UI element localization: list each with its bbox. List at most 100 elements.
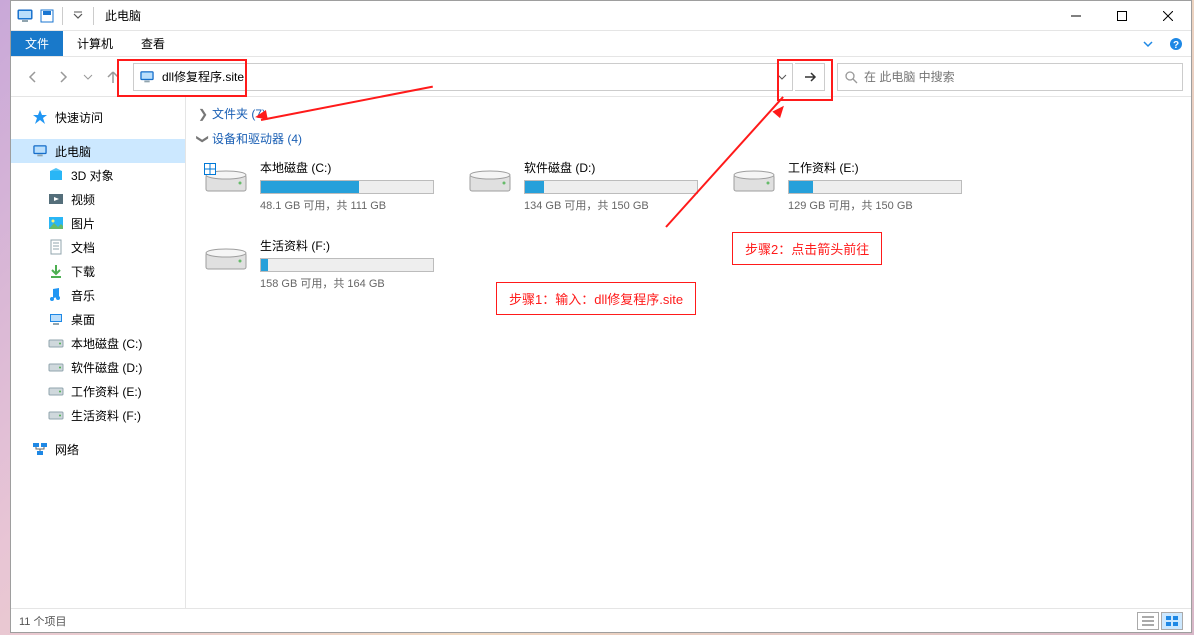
sidebar-item-icon [47,238,65,256]
minimize-button[interactable] [1053,1,1099,31]
tab-computer[interactable]: 计算机 [63,31,127,56]
monitor-icon [31,142,49,160]
sidebar-item-label: 图片 [71,215,95,232]
sidebar-item[interactable]: 生活资料 (F:) [11,403,185,427]
sidebar-network[interactable]: 网络 [11,437,185,461]
drive-name: 生活资料 (F:) [260,237,434,254]
drive-status: 134 GB 可用，共 150 GB [524,197,698,213]
svg-text:?: ? [1173,40,1179,51]
drive-name: 软件磁盘 (D:) [524,159,698,176]
content-area: ❯ 文件夹 (7) ❯ 设备和驱动器 (4) 本地磁盘 (C:) 48.1 GB … [186,97,1191,608]
chevron-down-icon: ❯ [196,134,210,144]
drive-usage-bar [260,258,434,272]
sidebar-item[interactable]: 工作资料 (E:) [11,379,185,403]
sidebar-item[interactable]: 本地磁盘 (C:) [11,331,185,355]
drive-icon [466,159,514,199]
sidebar-item-icon [47,334,65,352]
ribbon-expand-icon[interactable] [1137,33,1159,55]
sidebar-item-icon [47,214,65,232]
close-button[interactable] [1145,1,1191,31]
sidebar-item-label: 下载 [71,263,95,280]
search-icon [838,70,864,84]
sidebar-item-icon [47,406,65,424]
address-dropdown-icon[interactable] [770,64,792,90]
sidebar-item-label: 本地磁盘 (C:) [71,335,142,352]
navbar [11,57,1191,97]
forward-button[interactable] [49,63,77,91]
address-bar[interactable] [133,63,793,91]
sidebar: 快速访问 此电脑 3D 对象视频图片文档下载音乐桌面本地磁盘 (C:) 软件磁盘 … [11,97,186,608]
sidebar-item[interactable]: 音乐 [11,283,185,307]
tab-view[interactable]: 查看 [127,31,179,56]
drive-item[interactable]: 软件磁盘 (D:) 134 GB 可用，共 150 GB [462,155,702,217]
sidebar-quick-access[interactable]: 快速访问 [11,105,185,129]
sidebar-item[interactable]: 文档 [11,235,185,259]
drive-status: 48.1 GB 可用，共 111 GB [260,197,434,213]
sidebar-item-label: 文档 [71,239,95,256]
view-details-button[interactable] [1137,612,1159,630]
sidebar-item-icon [47,262,65,280]
drive-name: 工作资料 (E:) [788,159,962,176]
sidebar-item-label: 网络 [55,441,79,458]
sidebar-item-label: 软件磁盘 (D:) [71,359,142,376]
up-button[interactable] [99,63,127,91]
sidebar-item[interactable]: 视频 [11,187,185,211]
drive-item[interactable]: 工作资料 (E:) 129 GB 可用，共 150 GB [726,155,966,217]
statusbar: 11 个项目 [11,608,1191,632]
titlebar: 此电脑 [11,1,1191,31]
group-folders[interactable]: ❯ 文件夹 (7) [198,105,1179,122]
maximize-button[interactable] [1099,1,1145,31]
help-icon[interactable]: ? [1165,33,1187,55]
view-tiles-button[interactable] [1161,612,1183,630]
drive-icon [730,159,778,199]
go-button[interactable] [795,63,825,91]
sidebar-item-label: 3D 对象 [71,167,114,184]
drive-icon [202,159,250,199]
explorer-window: 此电脑 文件 计算机 查看 ? [10,0,1192,633]
sidebar-item-label: 桌面 [71,311,95,328]
drive-usage-bar [788,180,962,194]
sidebar-item-icon [47,286,65,304]
drive-item[interactable]: 本地磁盘 (C:) 48.1 GB 可用，共 111 GB [198,155,438,217]
sidebar-item[interactable]: 图片 [11,211,185,235]
sidebar-item[interactable]: 3D 对象 [11,163,185,187]
address-input[interactable] [158,70,770,84]
this-pc-icon [15,6,35,26]
sidebar-item-icon [47,358,65,376]
drive-status: 158 GB 可用，共 164 GB [260,275,434,291]
star-icon [31,108,49,126]
chevron-right-icon: ❯ [198,107,208,121]
sidebar-item[interactable]: 软件磁盘 (D:) [11,355,185,379]
drive-name: 本地磁盘 (C:) [260,159,434,176]
sidebar-item[interactable]: 桌面 [11,307,185,331]
drive-usage-bar [524,180,698,194]
search-input[interactable] [864,70,1182,84]
qat-dropdown-icon[interactable] [68,6,88,26]
search-box[interactable] [837,63,1183,91]
drive-icon [202,237,250,277]
recent-dropdown-icon[interactable] [79,63,97,91]
group-label: 文件夹 (7) [212,105,266,122]
network-icon [31,440,49,458]
back-button[interactable] [19,63,47,91]
sidebar-item[interactable]: 下载 [11,259,185,283]
group-label: 设备和驱动器 (4) [212,130,302,147]
address-monitor-icon [136,66,158,88]
sidebar-item-label: 此电脑 [55,143,91,160]
ribbon: 文件 计算机 查看 ? [11,31,1191,57]
sidebar-item-label: 工作资料 (E:) [71,383,142,400]
drive-item[interactable]: 生活资料 (F:) 158 GB 可用，共 164 GB [198,233,438,295]
sidebar-item-label: 生活资料 (F:) [71,407,141,424]
group-drives[interactable]: ❯ 设备和驱动器 (4) [198,130,1179,147]
sidebar-this-pc[interactable]: 此电脑 [11,139,185,163]
sidebar-item-icon [47,310,65,328]
drive-status: 129 GB 可用，共 150 GB [788,197,962,213]
drive-usage-bar [260,180,434,194]
sidebar-item-label: 快速访问 [55,109,103,126]
item-count: 11 个项目 [19,613,66,629]
save-qat-icon[interactable] [37,6,57,26]
sidebar-item-icon [47,382,65,400]
tab-file[interactable]: 文件 [11,31,63,56]
sidebar-item-icon [47,166,65,184]
window-title: 此电脑 [105,7,141,24]
